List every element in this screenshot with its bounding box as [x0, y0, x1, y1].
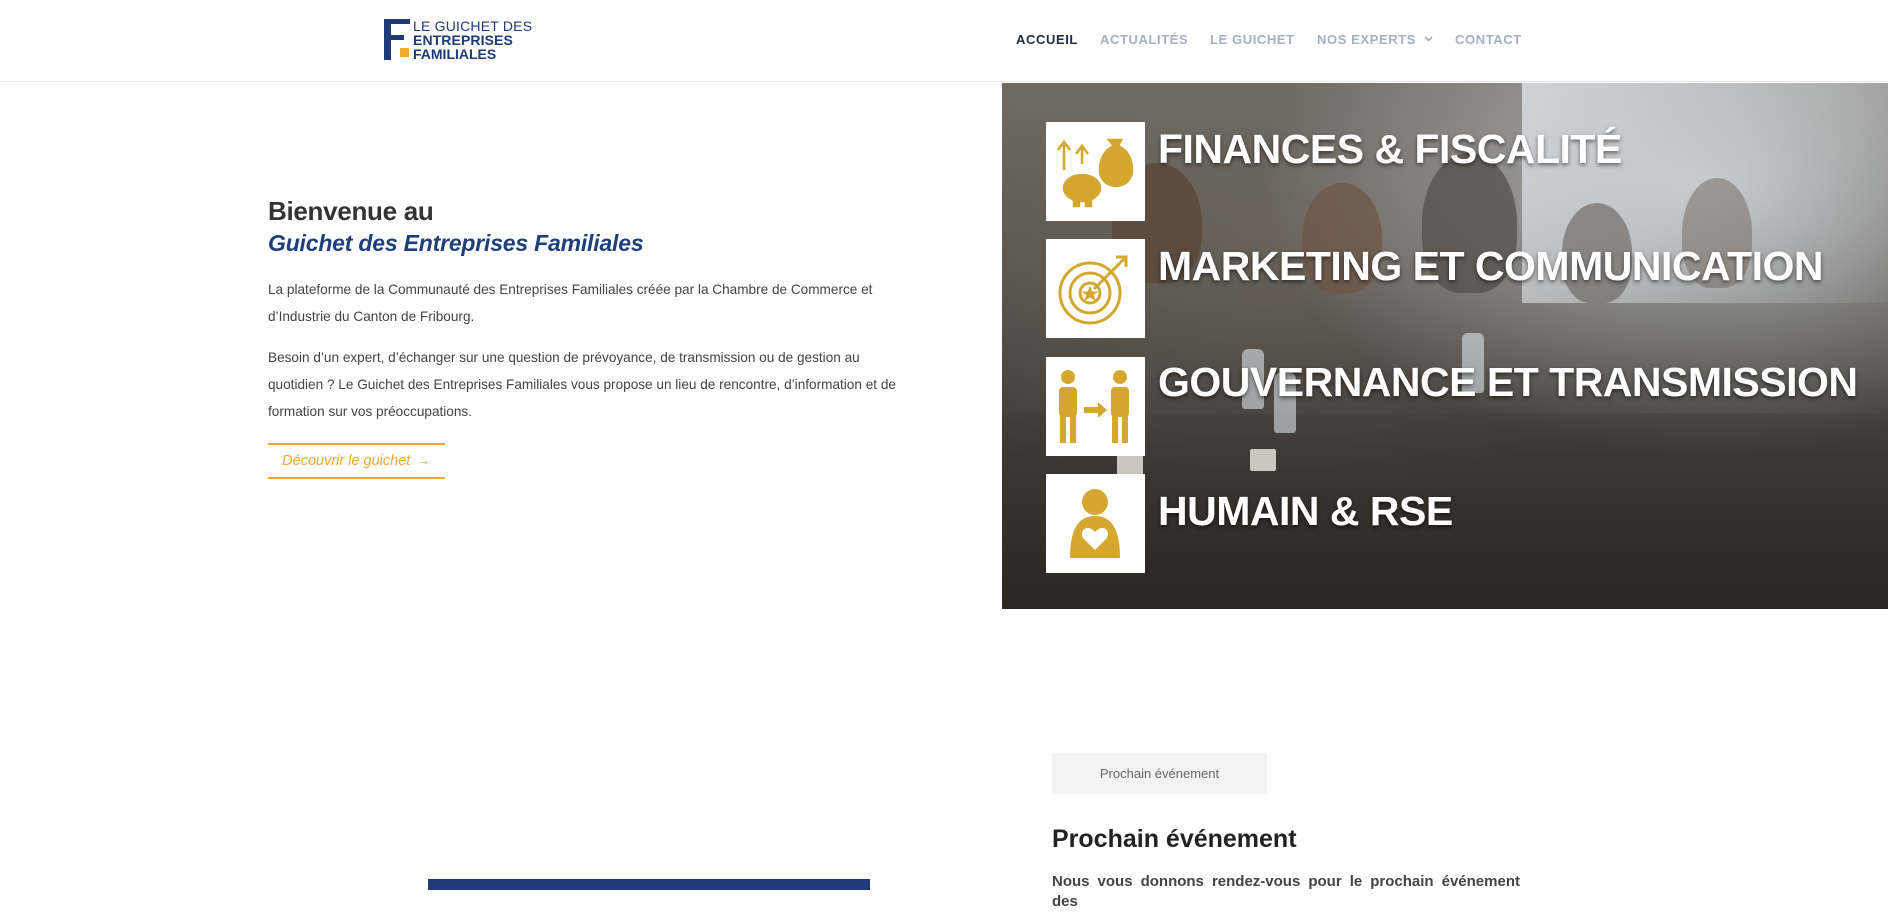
- intro-subheading: Guichet des Entreprises Familiales: [268, 230, 644, 256]
- category-gouvernance-label[interactable]: GOUVERNANCE ET TRANSMISSION: [1158, 359, 1858, 406]
- intro-heading-block: Bienvenue au Guichet des Entreprises Fam…: [268, 196, 908, 258]
- discover-guichet-button[interactable]: Découvrir le guichet →: [268, 443, 445, 479]
- nav-contact[interactable]: CONTACT: [1455, 32, 1522, 47]
- tab-prochain-evenement[interactable]: Prochain événement: [1052, 753, 1267, 794]
- chevron-down-icon: [1424, 36, 1433, 42]
- site-header: LE GUICHET DES ENTREPRISES FAMILIALES AC…: [0, 0, 1888, 82]
- blue-banner-block: [428, 879, 870, 890]
- logo-f-mark-icon: [384, 19, 410, 60]
- intro-paragraph-2: Besoin d’un expert, d’échanger sur une q…: [268, 350, 896, 419]
- category-finances-label[interactable]: FINANCES & FISCALITÉ: [1158, 126, 1622, 173]
- category-marketing-tile[interactable]: [1046, 239, 1145, 338]
- target-icon: [1058, 255, 1128, 325]
- arrow-right-icon: →: [416, 453, 431, 469]
- logo-line-1: LE GUICHET DES: [413, 18, 533, 34]
- finance-icon: [1057, 138, 1134, 208]
- logo-line-2: ENTREPRISES: [413, 32, 513, 48]
- intro-heading: Bienvenue au: [268, 196, 434, 226]
- category-humain-label[interactable]: HUMAIN & RSE: [1158, 488, 1453, 535]
- transmission-icon: [1059, 370, 1129, 443]
- nav-nos-experts-label: NOS EXPERTS: [1317, 32, 1417, 47]
- cta-label: Découvrir le guichet: [282, 453, 411, 469]
- hero-photo-panel: FINANCES & FISCALITÉ MARKETING ET COMMUN…: [1002, 83, 1888, 609]
- event-text: Nous vous donnons rendez-vous pour le pr…: [1052, 873, 1520, 910]
- logo-line-3: FAMILIALES: [413, 46, 497, 62]
- human-heart-icon: [1070, 489, 1120, 558]
- site-logo[interactable]: LE GUICHET DES ENTREPRISES FAMILIALES: [384, 19, 544, 63]
- category-marketing-label[interactable]: MARKETING ET COMMUNICATION: [1158, 243, 1823, 290]
- category-humain-tile[interactable]: [1046, 474, 1145, 573]
- nav-le-guichet[interactable]: LE GUICHET: [1210, 32, 1295, 47]
- nav-nos-experts[interactable]: NOS EXPERTS: [1317, 32, 1433, 47]
- event-title: Prochain événement: [1052, 825, 1297, 853]
- nav-actualites[interactable]: ACTUALITÉS: [1100, 32, 1188, 47]
- category-finances-tile[interactable]: [1046, 122, 1145, 221]
- coffee-cup: [1250, 449, 1276, 471]
- category-gouvernance-tile[interactable]: [1046, 357, 1145, 456]
- intro-paragraph-1: La plateforme de la Communauté des Entre…: [268, 282, 873, 324]
- nav-accueil[interactable]: ACCUEIL: [1016, 32, 1078, 47]
